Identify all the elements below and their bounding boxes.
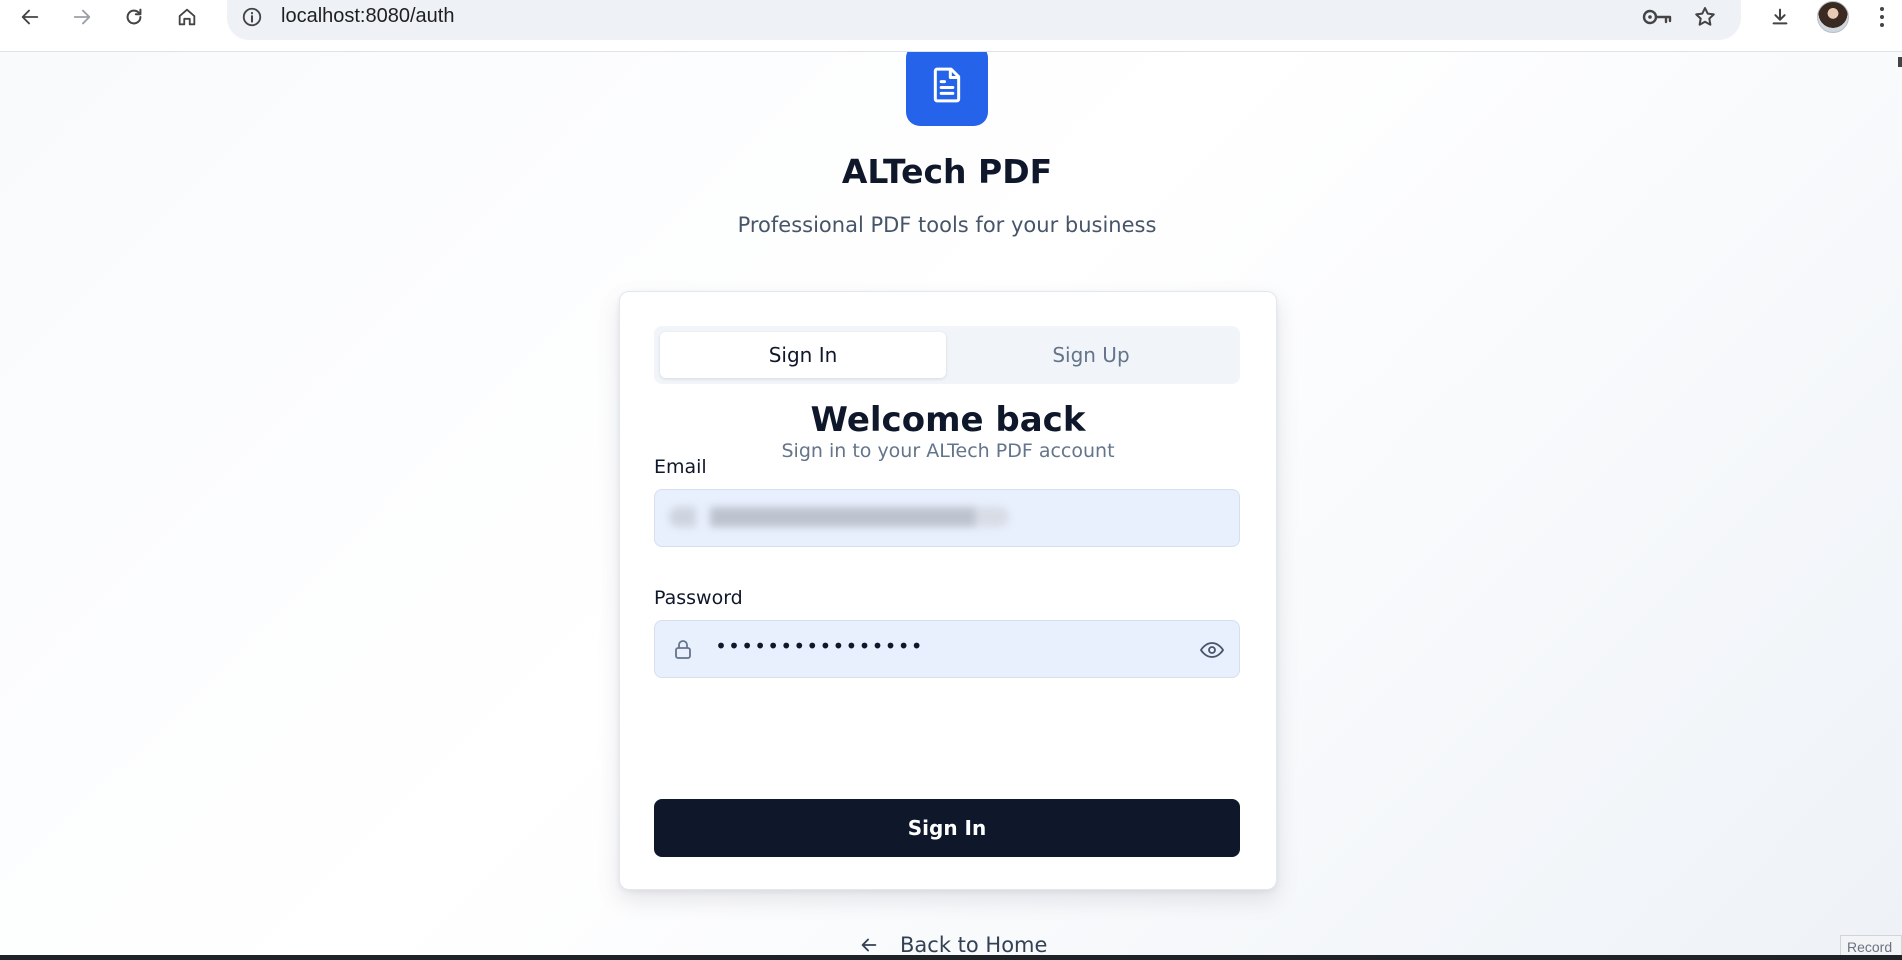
- welcome-heading: Welcome back: [810, 400, 1086, 440]
- info-icon[interactable]: [241, 6, 263, 28]
- back-to-home-link[interactable]: Back to Home: [858, 930, 1047, 955]
- email-field[interactable]: [654, 489, 1240, 547]
- profile-avatar[interactable]: [1817, 1, 1849, 33]
- sign-in-button[interactable]: Sign In: [654, 799, 1240, 857]
- password-label: Password: [654, 587, 743, 609]
- bookmark-button[interactable]: [1689, 4, 1721, 30]
- document-icon: [933, 67, 961, 103]
- menu-icon[interactable]: [1870, 2, 1894, 32]
- key-icon: [1642, 9, 1672, 25]
- back-to-home-label: Back to Home: [900, 933, 1048, 955]
- auth-page: ALTech PDF Professional PDF tools for yo…: [0, 52, 1902, 955]
- back-icon: [21, 9, 39, 25]
- home-button[interactable]: [165, 0, 209, 34]
- brand-logo: [906, 52, 988, 126]
- browser-toolbar: localhost:8080/auth: [0, 0, 1902, 52]
- tab-sign-in[interactable]: Sign In: [660, 332, 946, 378]
- taskbar-edge: [0, 955, 1902, 960]
- tab-sign-up[interactable]: Sign Up: [948, 332, 1234, 378]
- downloads-button[interactable]: [1758, 0, 1802, 34]
- back-button[interactable]: [8, 0, 52, 34]
- address-url[interactable]: localhost:8080/auth: [281, 5, 454, 28]
- scrollbar-edge: [1898, 57, 1902, 67]
- email-value-blurred: [669, 507, 1009, 527]
- brand-title: ALTech PDF: [841, 152, 1053, 191]
- star-icon: [1695, 7, 1715, 26]
- record-overlay[interactable]: Record: [1840, 935, 1902, 957]
- welcome-subheading: Sign in to your ALTech PDF account: [781, 440, 1115, 462]
- password-field[interactable]: ••••••••••••••••: [654, 620, 1240, 678]
- eye-icon[interactable]: [1199, 638, 1225, 662]
- auth-tabs: Sign In Sign Up: [654, 326, 1240, 384]
- arrow-left-icon: [861, 938, 877, 952]
- download-icon: [1772, 8, 1788, 25]
- forward-icon: [73, 9, 91, 25]
- auth-card: Sign In Sign Up Welcome back Sign in to …: [619, 291, 1277, 890]
- password-value: ••••••••••••••••: [715, 634, 924, 658]
- password-key-button[interactable]: [1641, 4, 1673, 30]
- address-bar[interactable]: localhost:8080/auth: [227, 0, 1741, 40]
- email-label: Email: [654, 456, 707, 478]
- reload-button[interactable]: [112, 0, 156, 34]
- brand-subtitle: Professional PDF tools for your business: [737, 213, 1157, 237]
- forward-button[interactable]: [60, 0, 104, 34]
- lock-icon: [675, 640, 691, 659]
- reload-icon: [126, 8, 142, 25]
- home-icon: [178, 8, 196, 26]
